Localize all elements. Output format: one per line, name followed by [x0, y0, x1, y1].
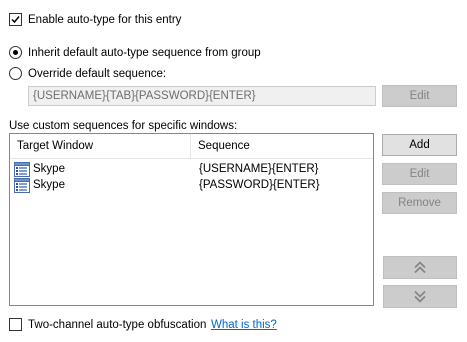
row-target-window: Skype: [33, 163, 65, 175]
column-separator[interactable]: [190, 134, 191, 158]
row-target-window: Skype: [33, 179, 65, 191]
what-is-this-link[interactable]: What is this?: [211, 318, 277, 332]
row-sequence: {USERNAME}{ENTER}: [199, 163, 319, 175]
edit-default-sequence-button: Edit: [382, 85, 457, 107]
default-sequence-field: {USERNAME}{TAB}{PASSWORD}{ENTER}: [28, 86, 376, 106]
inherit-sequence-radio[interactable]: [9, 46, 22, 59]
move-down-button: [383, 285, 457, 308]
override-sequence-radio[interactable]: [9, 67, 22, 80]
column-header-target-window[interactable]: Target Window: [11, 134, 190, 158]
add-sequence-button[interactable]: Add: [382, 134, 457, 156]
override-sequence-label[interactable]: Override default sequence:: [28, 67, 166, 81]
obfuscation-label[interactable]: Two-channel auto-type obfuscation: [28, 318, 206, 332]
radio-selected-dot: [13, 50, 18, 55]
custom-sequences-label: Use custom sequences for specific window…: [9, 120, 238, 132]
enable-auto-type-checkbox[interactable]: [9, 13, 22, 26]
list-header: Target Window Sequence: [10, 134, 373, 159]
inherit-sequence-label[interactable]: Inherit default auto-type sequence from …: [28, 46, 261, 60]
edit-sequence-button: Edit: [382, 163, 457, 185]
custom-sequences-list[interactable]: Target Window Sequence Skype {USERNAME}{…: [9, 133, 374, 306]
double-chevron-up-icon: [414, 261, 426, 274]
enable-auto-type-label[interactable]: Enable auto-type for this entry: [28, 13, 181, 27]
list-item[interactable]: Skype {USERNAME}{ENTER}: [10, 162, 373, 177]
entry-list-icon: [14, 178, 30, 193]
column-header-sequence[interactable]: Sequence: [192, 134, 373, 158]
list-item[interactable]: Skype {PASSWORD}{ENTER}: [10, 178, 373, 193]
remove-sequence-button: Remove: [382, 192, 457, 214]
obfuscation-checkbox[interactable]: [9, 318, 22, 331]
row-sequence: {PASSWORD}{ENTER}: [199, 179, 320, 191]
checkmark-icon: [11, 16, 20, 24]
move-up-button: [383, 256, 457, 279]
entry-list-icon: [14, 162, 30, 177]
double-chevron-down-icon: [414, 290, 426, 303]
